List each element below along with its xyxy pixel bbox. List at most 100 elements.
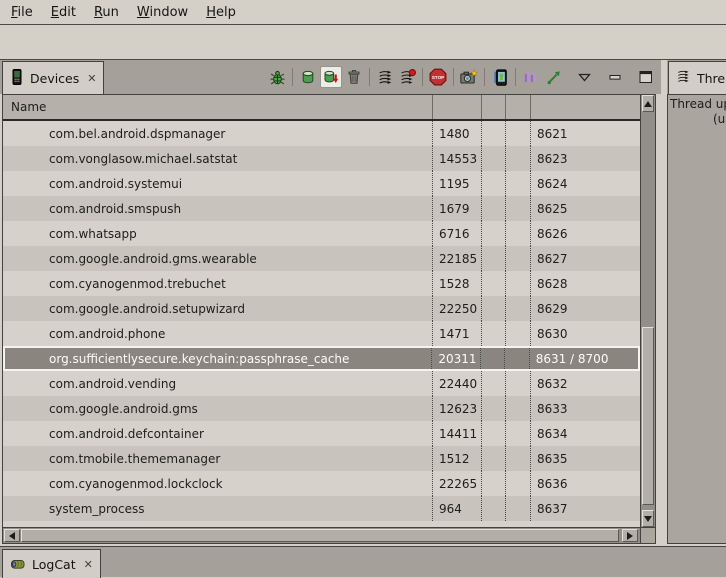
horizontal-scrollbar[interactable]: [3, 527, 640, 543]
menu-window[interactable]: Window: [128, 2, 197, 23]
cell-c1: [482, 421, 506, 446]
android-device-icon[interactable]: [490, 67, 510, 87]
cell-ports: 8637: [531, 496, 640, 521]
scroll-right-button[interactable]: [622, 529, 638, 542]
table-row[interactable]: com.tmobile.thememanager15128635: [3, 446, 640, 471]
menu-edit[interactable]: Edit: [42, 2, 85, 23]
view-menu-icon[interactable]: [574, 67, 594, 87]
dump-hprof-icon[interactable]: [320, 66, 342, 88]
menu-file[interactable]: File: [2, 2, 42, 23]
table-row[interactable]: com.vonglasow.michael.satstat145538623: [3, 146, 640, 171]
cell-pid: 20311: [432, 348, 481, 369]
tab-devices[interactable]: Devices ✕: [2, 61, 104, 94]
threads-message-line1: Thread updates not enabled for selected …: [670, 97, 726, 111]
cell-c1: [481, 348, 505, 369]
cell-name: com.bel.android.dspmanager: [3, 121, 433, 146]
tab-threads[interactable]: Threads: [668, 61, 726, 94]
cell-pid: 1471: [433, 321, 482, 346]
stop-process-icon[interactable]: STOP: [428, 67, 448, 87]
cell-name: com.android.phone: [3, 321, 433, 346]
toolbar-strip: [0, 25, 726, 60]
cell-name: com.cyanogenmod.lockclock: [3, 471, 433, 496]
table-row[interactable]: com.android.phone14718630: [3, 321, 640, 346]
cell-name: com.android.systemui: [3, 171, 433, 196]
update-threads-icon[interactable]: [375, 67, 395, 87]
table-row[interactable]: system_process9648637: [3, 496, 640, 521]
menu-run[interactable]: Run: [85, 2, 128, 23]
table-row[interactable]: com.cyanogenmod.lockclock222658636: [3, 471, 640, 496]
cell-c1: [482, 121, 506, 146]
cell-c2: [506, 246, 531, 271]
debug-process-icon[interactable]: [267, 67, 287, 87]
cell-c2: [506, 446, 531, 471]
cell-c2: [506, 271, 531, 296]
update-heap-icon[interactable]: [298, 67, 318, 87]
cell-pid: 1679: [433, 196, 482, 221]
cell-name: com.google.android.gms.wearable: [3, 246, 433, 271]
cell-name: com.google.android.gms: [3, 396, 433, 421]
threads-icon: [676, 69, 691, 87]
threads-panel: Threads Thread updates not enabled for s…: [667, 60, 726, 546]
table-row[interactable]: com.google.android.setupwizard222508629: [3, 296, 640, 321]
scroll-left-button[interactable]: [4, 529, 20, 542]
horizontal-scroll-thumb[interactable]: [21, 529, 619, 542]
table-row[interactable]: com.android.systemui11958624: [3, 171, 640, 196]
cell-name: com.android.defcontainer: [3, 421, 433, 446]
cell-c2: [506, 421, 531, 446]
scroll-up-button[interactable]: [642, 95, 654, 112]
close-icon[interactable]: ✕: [84, 558, 93, 571]
table-row[interactable]: com.android.defcontainer144118634: [3, 421, 640, 446]
cell-ports: 8624: [531, 171, 640, 196]
cell-name: system_process: [3, 496, 433, 521]
cell-c1: [482, 246, 506, 271]
vertical-scroll-thumb[interactable]: [642, 327, 654, 505]
opengl-trace-icon[interactable]: [543, 67, 563, 87]
device-table-rows: com.bel.android.dspmanager14808621com.vo…: [3, 121, 640, 521]
table-row[interactable]: com.google.android.gms126238633: [3, 396, 640, 421]
table-row[interactable]: com.android.vending224408632: [3, 371, 640, 396]
table-row[interactable]: com.google.android.gms.wearable221858627: [3, 246, 640, 271]
cell-c2: [506, 321, 531, 346]
header-col3[interactable]: [482, 95, 506, 119]
cell-c1: [482, 271, 506, 296]
table-row[interactable]: com.bel.android.dspmanager14808621: [3, 121, 640, 146]
cell-ports: 8621: [531, 121, 640, 146]
cell-ports: 8636: [531, 471, 640, 496]
cell-ports: 8623: [531, 146, 640, 171]
main-area: Devices ✕: [0, 60, 726, 546]
header-ports[interactable]: [531, 95, 640, 119]
cell-name: com.google.android.setupwizard: [3, 296, 433, 321]
header-pid[interactable]: [433, 95, 482, 119]
bottom-tabbar: LogCat ✕: [0, 546, 726, 577]
header-col4[interactable]: [506, 95, 531, 119]
vertical-scrollbar[interactable]: [640, 95, 655, 527]
cell-c1: [482, 296, 506, 321]
table-row[interactable]: org.sufficientlysecure.keychain:passphra…: [3, 346, 640, 371]
cell-c1: [482, 321, 506, 346]
table-header: Name: [3, 95, 640, 121]
cell-ports: 8634: [531, 421, 640, 446]
screen-capture-icon[interactable]: [459, 67, 479, 87]
cell-ports: 8633: [531, 396, 640, 421]
table-row[interactable]: com.android.smspush16798625: [3, 196, 640, 221]
scroll-down-button[interactable]: [642, 510, 654, 527]
close-icon[interactable]: ✕: [87, 72, 96, 85]
maximize-icon[interactable]: [636, 67, 656, 87]
menu-help[interactable]: Help: [197, 2, 245, 23]
tab-logcat[interactable]: LogCat ✕: [2, 549, 101, 578]
start-method-profiling-icon[interactable]: [397, 67, 417, 87]
cell-ports: 8625: [531, 196, 640, 221]
cell-name: com.whatsapp: [3, 221, 433, 246]
table-row[interactable]: com.whatsapp67168626: [3, 221, 640, 246]
cell-name: com.cyanogenmod.trebuchet: [3, 271, 433, 296]
table-row[interactable]: com.cyanogenmod.trebuchet15288628: [3, 271, 640, 296]
systrace-icon[interactable]: [521, 67, 541, 87]
cause-gc-icon[interactable]: [344, 67, 364, 87]
tab-devices-label: Devices: [30, 71, 79, 86]
header-name[interactable]: Name: [3, 95, 433, 119]
toolbar-separator: [422, 68, 423, 86]
minimize-icon[interactable]: [605, 67, 625, 87]
cell-ports: 8631 / 8700: [530, 348, 638, 369]
cell-name: org.sufficientlysecure.keychain:passphra…: [5, 348, 432, 369]
devices-tabbar: Devices ✕: [0, 60, 661, 94]
